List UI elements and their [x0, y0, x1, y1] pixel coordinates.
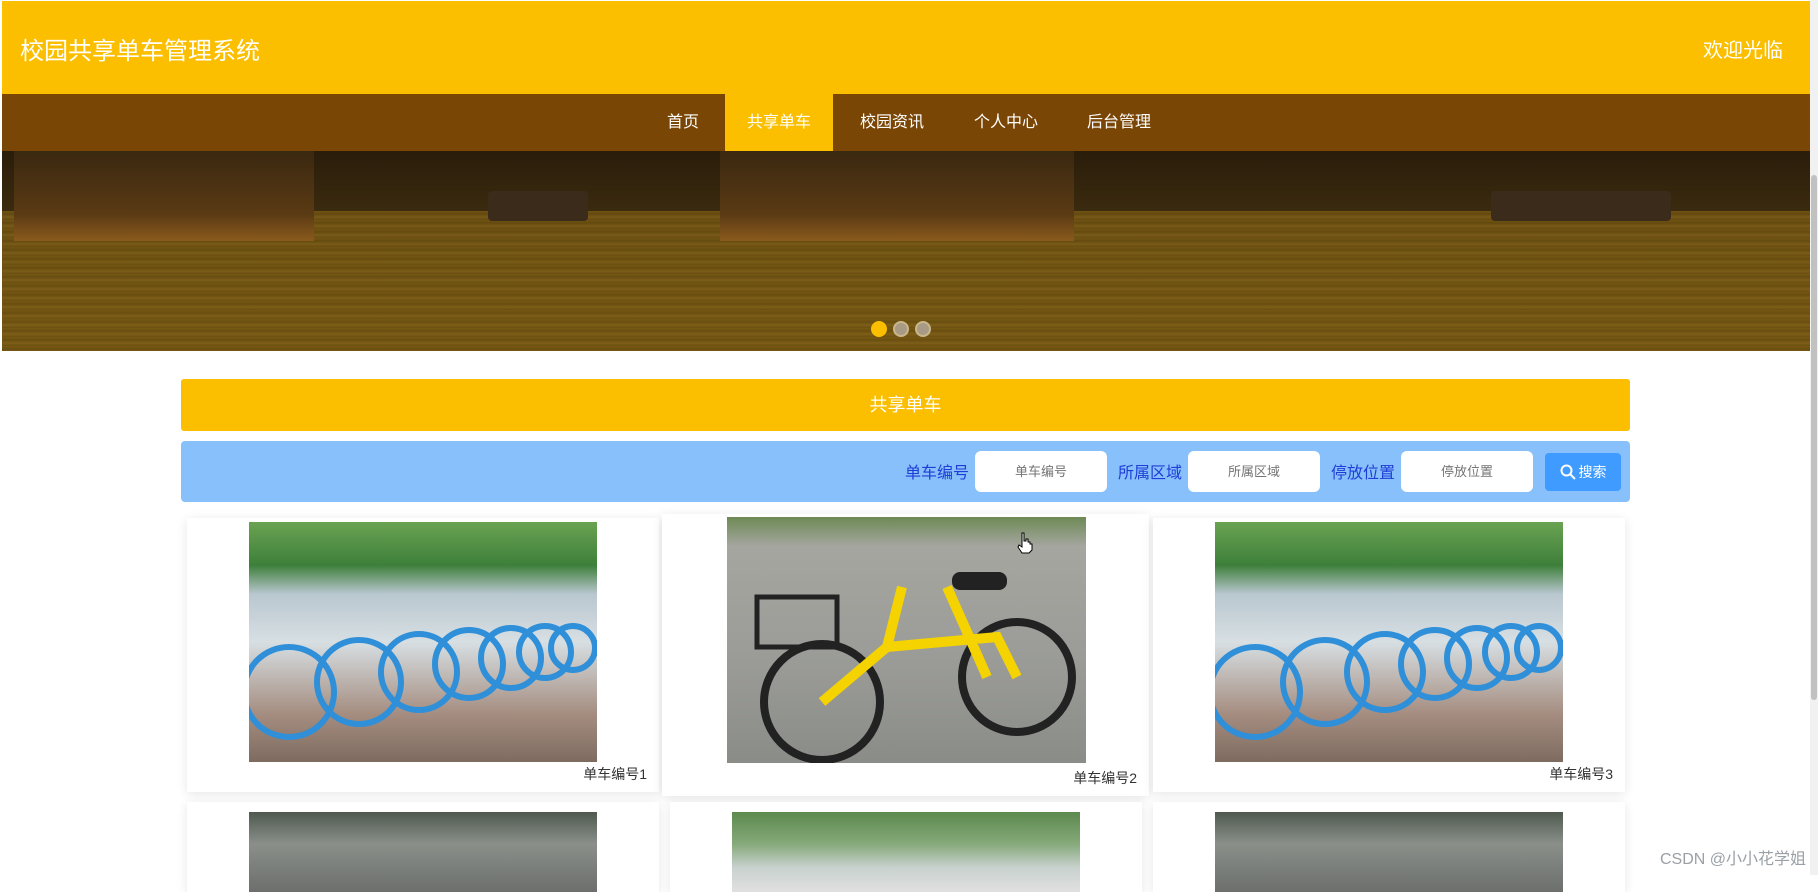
- scrollbar-thumb[interactable]: [1811, 175, 1817, 700]
- banner-boat: [1491, 191, 1671, 221]
- bike-card[interactable]: 单车编号1: [187, 518, 659, 792]
- watermark: CSDN @小小花学姐: [1659, 851, 1806, 868]
- site-title: 校园共享单车管理系统: [20, 38, 260, 65]
- nav-item-admin[interactable]: 后台管理: [1069, 94, 1169, 151]
- blue-bikes-illustration: [249, 623, 597, 740]
- carousel-dot-1[interactable]: [871, 321, 887, 337]
- nav-item-personal-center[interactable]: 个人中心: [956, 94, 1056, 151]
- bike-photo: [732, 812, 1080, 892]
- search-input-region[interactable]: [1188, 451, 1320, 492]
- nav-item-home[interactable]: 首页: [643, 94, 723, 151]
- bike-photo: [249, 522, 597, 762]
- bike-card[interactable]: [187, 802, 659, 892]
- bike-name: 单车编号3: [1549, 766, 1613, 782]
- hand-cursor-icon: [1017, 532, 1033, 554]
- carousel-dot-3[interactable]: [915, 321, 931, 337]
- search-label-location: 停放位置: [1331, 465, 1396, 482]
- bike-name: 单车编号1: [583, 766, 647, 782]
- page-scrollbar[interactable]: [1810, 0, 1818, 875]
- bike-photo: [1215, 812, 1563, 892]
- banner-pier: [720, 151, 1074, 241]
- search-button-label: 搜索: [1578, 464, 1607, 480]
- search-icon: [1560, 464, 1576, 480]
- carousel-dot-2[interactable]: [893, 321, 909, 337]
- search-input-location[interactable]: [1401, 451, 1533, 492]
- bike-name: 单车编号2: [1073, 770, 1137, 786]
- search-button[interactable]: 搜索: [1545, 453, 1621, 491]
- search-bar: 单车编号 所属区域 停放位置 搜索: [181, 441, 1630, 502]
- blue-bikes-illustration: [1215, 623, 1563, 740]
- search-label-region: 所属区域: [1118, 465, 1183, 482]
- bike-card[interactable]: [1153, 802, 1625, 892]
- banner-pier: [14, 151, 314, 241]
- section-title: 共享单车: [181, 379, 1630, 431]
- main-nav: 首页 共享单车 校园资讯 个人中心 后台管理: [2, 94, 1810, 151]
- bike-photo: [1215, 522, 1563, 762]
- header: 校园共享单车管理系统 欢迎光临: [2, 1, 1810, 94]
- bike-card[interactable]: 单车编号2: [662, 514, 1149, 796]
- banner-boat: [488, 191, 588, 221]
- search-label-bike-number: 单车编号: [905, 465, 970, 482]
- bike-card[interactable]: 单车编号3: [1153, 518, 1625, 792]
- search-input-bike-number[interactable]: [975, 451, 1107, 492]
- bike-card[interactable]: [670, 802, 1142, 892]
- nav-item-campus-news[interactable]: 校园资讯: [842, 94, 942, 151]
- banner-carousel[interactable]: [2, 151, 1810, 351]
- bike-photo: [249, 812, 597, 892]
- welcome-text: 欢迎光临: [1703, 40, 1783, 62]
- nav-item-shared-bikes[interactable]: 共享单车: [725, 94, 833, 151]
